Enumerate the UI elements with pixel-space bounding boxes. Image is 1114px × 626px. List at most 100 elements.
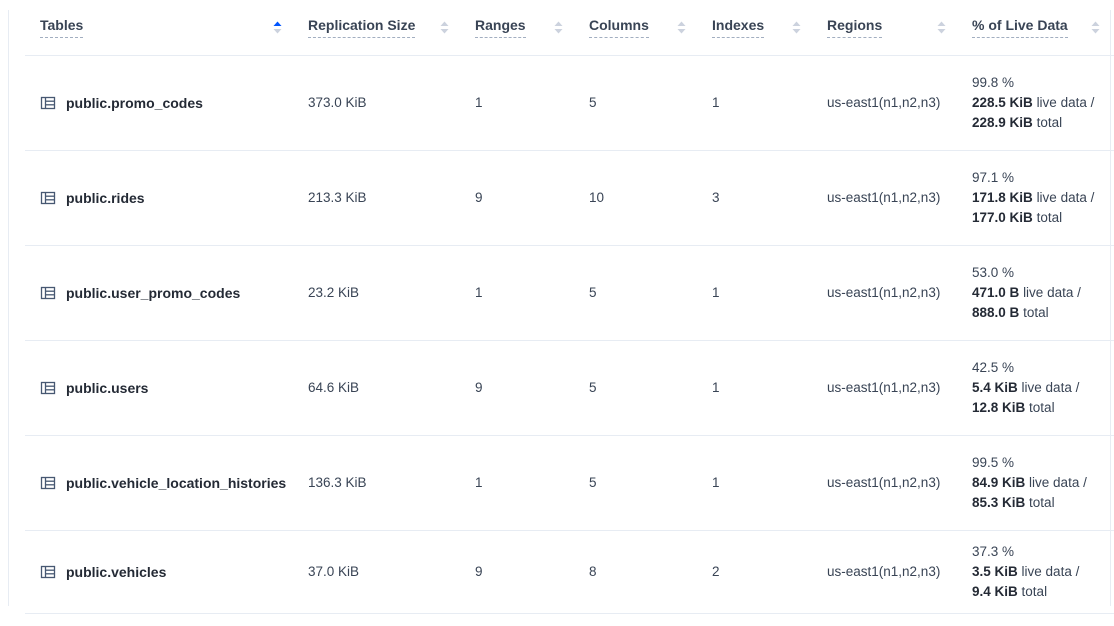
table-name-link[interactable]: public.users: [66, 380, 148, 396]
column-header-replication-size[interactable]: Replication Size: [296, 0, 463, 55]
live-data-cell: 37.3 % 3.5 KiB live data / 9.4 KiB total: [960, 530, 1114, 613]
column-header-indexes-label[interactable]: Indexes: [712, 17, 764, 38]
live-size-line: 471.0 B live data /: [972, 283, 1100, 303]
column-header-indexes[interactable]: Indexes: [700, 0, 815, 55]
table-name-cell: public.vehicles: [25, 530, 296, 613]
total-size-line: 888.0 B total: [972, 303, 1100, 323]
sort-asc-icon[interactable]: [273, 21, 282, 34]
sort-icon[interactable]: [1091, 21, 1100, 34]
table-row[interactable]: public.vehicles 37.0 KiB 9 8 2 us-east1(…: [25, 530, 1114, 613]
table-name-link[interactable]: public.rides: [66, 190, 145, 206]
table-name-link[interactable]: public.vehicle_location_histories: [66, 475, 286, 491]
replication-size-cell: 136.3 KiB: [296, 435, 463, 530]
table-name-cell: public.promo_codes: [25, 55, 296, 150]
table-grid-icon: [40, 380, 56, 396]
total-size-line: 12.8 KiB total: [972, 398, 1100, 418]
total-size-line: 85.3 KiB total: [972, 493, 1100, 513]
column-header-regions[interactable]: Regions: [815, 0, 960, 55]
table-grid-icon: [40, 475, 56, 491]
regions-cell: us-east1(n1,n2,n3): [815, 530, 960, 613]
columns-cell: 5: [577, 340, 700, 435]
live-size-line: 3.5 KiB live data /: [972, 562, 1100, 582]
table-row[interactable]: public.rides 213.3 KiB 9 10 3 us-east1(n…: [25, 150, 1114, 245]
regions-cell: us-east1(n1,n2,n3): [815, 150, 960, 245]
columns-cell: 10: [577, 150, 700, 245]
live-data-cell: 97.1 % 171.8 KiB live data / 177.0 KiB t…: [960, 150, 1114, 245]
columns-cell: 5: [577, 435, 700, 530]
indexes-cell: 1: [700, 340, 815, 435]
replication-size-cell: 64.6 KiB: [296, 340, 463, 435]
live-size-line: 228.5 KiB live data /: [972, 93, 1100, 113]
database-tables-table: Tables Replication Size Ranges: [25, 0, 1114, 614]
container-left-border: [8, 10, 9, 606]
table-name-link[interactable]: public.promo_codes: [66, 95, 203, 111]
column-header-columns[interactable]: Columns: [577, 0, 700, 55]
sort-icon[interactable]: [937, 21, 946, 34]
container-right-border: [1110, 10, 1111, 606]
live-data-cell: 53.0 % 471.0 B live data / 888.0 B total: [960, 245, 1114, 340]
live-size-line: 5.4 KiB live data /: [972, 378, 1100, 398]
indexes-cell: 3: [700, 150, 815, 245]
live-size-line: 171.8 KiB live data /: [972, 188, 1100, 208]
ranges-cell: 1: [463, 435, 577, 530]
live-data-cell: 99.8 % 228.5 KiB live data / 228.9 KiB t…: [960, 55, 1114, 150]
live-data-cell: 42.5 % 5.4 KiB live data / 12.8 KiB tota…: [960, 340, 1114, 435]
column-header-ranges-label[interactable]: Ranges: [475, 17, 526, 38]
table-header: Tables Replication Size Ranges: [25, 0, 1114, 55]
table-grid-icon: [40, 285, 56, 301]
sort-icon[interactable]: [554, 21, 563, 34]
regions-cell: us-east1(n1,n2,n3): [815, 340, 960, 435]
total-size-line: 177.0 KiB total: [972, 208, 1100, 228]
column-header-replication-size-label[interactable]: Replication Size: [308, 17, 415, 38]
table-name-cell: public.rides: [25, 150, 296, 245]
columns-cell: 5: [577, 245, 700, 340]
table-row[interactable]: public.user_promo_codes 23.2 KiB 1 5 1 u…: [25, 245, 1114, 340]
ranges-cell: 1: [463, 245, 577, 340]
table-name-link[interactable]: public.vehicles: [66, 564, 166, 580]
ranges-cell: 9: [463, 150, 577, 245]
column-header-live-data-label[interactable]: % of Live Data: [972, 17, 1068, 38]
live-percent: 37.3 %: [972, 542, 1100, 562]
table-row[interactable]: public.users 64.6 KiB 9 5 1 us-east1(n1,…: [25, 340, 1114, 435]
column-header-columns-label[interactable]: Columns: [589, 17, 649, 38]
table-name-cell: public.users: [25, 340, 296, 435]
replication-size-cell: 373.0 KiB: [296, 55, 463, 150]
live-data-cell: 99.5 % 84.9 KiB live data / 85.3 KiB tot…: [960, 435, 1114, 530]
column-header-tables-label[interactable]: Tables: [40, 17, 83, 38]
table-grid-icon: [40, 95, 56, 111]
total-size-line: 228.9 KiB total: [972, 113, 1100, 133]
indexes-cell: 1: [700, 435, 815, 530]
column-header-tables[interactable]: Tables: [25, 0, 296, 55]
live-percent: 53.0 %: [972, 263, 1100, 283]
table-name-link[interactable]: public.user_promo_codes: [66, 285, 240, 301]
table-body: public.promo_codes 373.0 KiB 1 5 1 us-ea…: [25, 55, 1114, 613]
column-header-live-data[interactable]: % of Live Data: [960, 0, 1114, 55]
replication-size-cell: 23.2 KiB: [296, 245, 463, 340]
table-row[interactable]: public.vehicle_location_histories 136.3 …: [25, 435, 1114, 530]
live-percent: 99.8 %: [972, 73, 1100, 93]
regions-cell: us-east1(n1,n2,n3): [815, 55, 960, 150]
column-header-ranges[interactable]: Ranges: [463, 0, 577, 55]
ranges-cell: 9: [463, 340, 577, 435]
table-grid-icon: [40, 190, 56, 206]
table-grid-icon: [40, 564, 56, 580]
indexes-cell: 1: [700, 55, 815, 150]
live-percent: 97.1 %: [972, 168, 1100, 188]
indexes-cell: 2: [700, 530, 815, 613]
indexes-cell: 1: [700, 245, 815, 340]
table-name-cell: public.user_promo_codes: [25, 245, 296, 340]
sort-icon[interactable]: [440, 21, 449, 34]
table-row[interactable]: public.promo_codes 373.0 KiB 1 5 1 us-ea…: [25, 55, 1114, 150]
total-size-line: 9.4 KiB total: [972, 582, 1100, 602]
sort-icon[interactable]: [677, 21, 686, 34]
regions-cell: us-east1(n1,n2,n3): [815, 245, 960, 340]
live-size-line: 84.9 KiB live data /: [972, 473, 1100, 493]
live-percent: 99.5 %: [972, 453, 1100, 473]
ranges-cell: 9: [463, 530, 577, 613]
column-header-regions-label[interactable]: Regions: [827, 17, 882, 38]
replication-size-cell: 37.0 KiB: [296, 530, 463, 613]
columns-cell: 8: [577, 530, 700, 613]
table-name-cell: public.vehicle_location_histories: [25, 435, 296, 530]
columns-cell: 5: [577, 55, 700, 150]
sort-icon[interactable]: [792, 21, 801, 34]
